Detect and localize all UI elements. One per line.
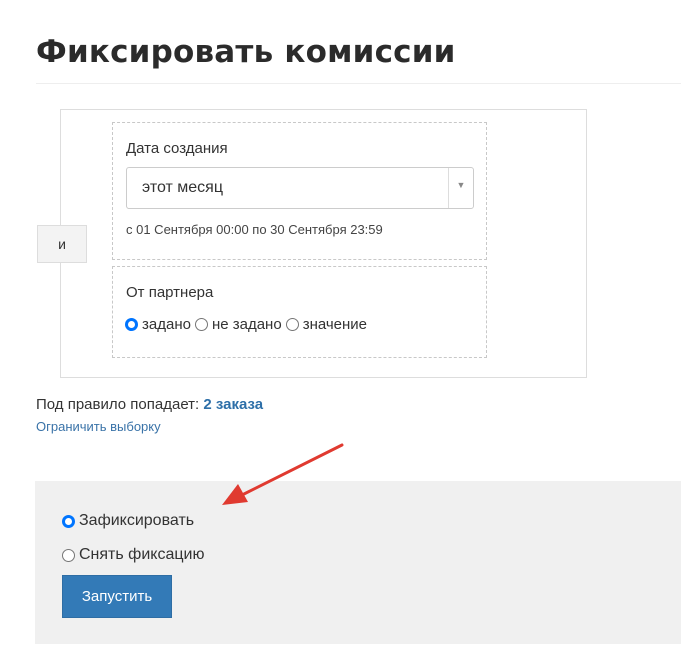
partner-option-not-set[interactable]: не задано <box>194 316 282 333</box>
partner-option-value[interactable]: значение <box>285 316 368 333</box>
partner-radio-group: задано не задано значение <box>125 316 371 333</box>
caret-down-icon: ▼ <box>456 180 466 190</box>
select-separator <box>448 168 449 208</box>
date-period-select[interactable]: этот месяц ▼ <box>126 167 474 209</box>
action-option-unfix[interactable]: Снять фиксацию <box>62 546 204 564</box>
date-range-text: с 01 Сентября 00:00 по 30 Сентября 23:59 <box>126 222 383 237</box>
action-option-label: Зафиксировать <box>79 512 195 529</box>
partner-option-set[interactable]: задано <box>125 316 191 333</box>
partner-option-label: не задано <box>211 316 282 333</box>
action-option-label: Снять фиксацию <box>79 546 205 563</box>
partner-condition: От партнера задано не задано значение <box>112 266 487 358</box>
radio-button[interactable] <box>125 318 138 331</box>
page-title: Фиксировать комиссии <box>36 34 456 70</box>
title-divider <box>36 83 681 84</box>
partner-condition-label: От партнера <box>126 284 214 301</box>
logic-operator-button[interactable]: и <box>37 225 87 263</box>
action-panel: Зафиксировать Снять фиксацию Запустить <box>35 481 681 644</box>
date-condition-label: Дата создания <box>126 140 228 157</box>
limit-selection-link[interactable]: Ограничить выборку <box>36 419 161 434</box>
page: Фиксировать комиссии и Дата создания это… <box>0 0 681 666</box>
date-period-selected-value: этот месяц <box>142 179 224 196</box>
radio-button[interactable] <box>62 514 75 528</box>
radio-button[interactable] <box>194 318 208 331</box>
radio-button[interactable] <box>285 318 299 331</box>
partner-option-label: задано <box>142 316 191 333</box>
run-button[interactable]: Запустить <box>62 575 172 618</box>
orders-count-link[interactable]: 2 заказа <box>203 396 263 413</box>
partner-option-label: значение <box>302 316 368 333</box>
date-condition: Дата создания этот месяц ▼ с 01 Сентября… <box>112 122 487 260</box>
radio-button[interactable] <box>62 548 75 562</box>
summary-prefix: Под правило попадает: <box>36 396 200 413</box>
action-option-fix[interactable]: Зафиксировать <box>62 512 194 530</box>
rule-summary: Под правило попадает: 2 заказа <box>36 396 263 413</box>
